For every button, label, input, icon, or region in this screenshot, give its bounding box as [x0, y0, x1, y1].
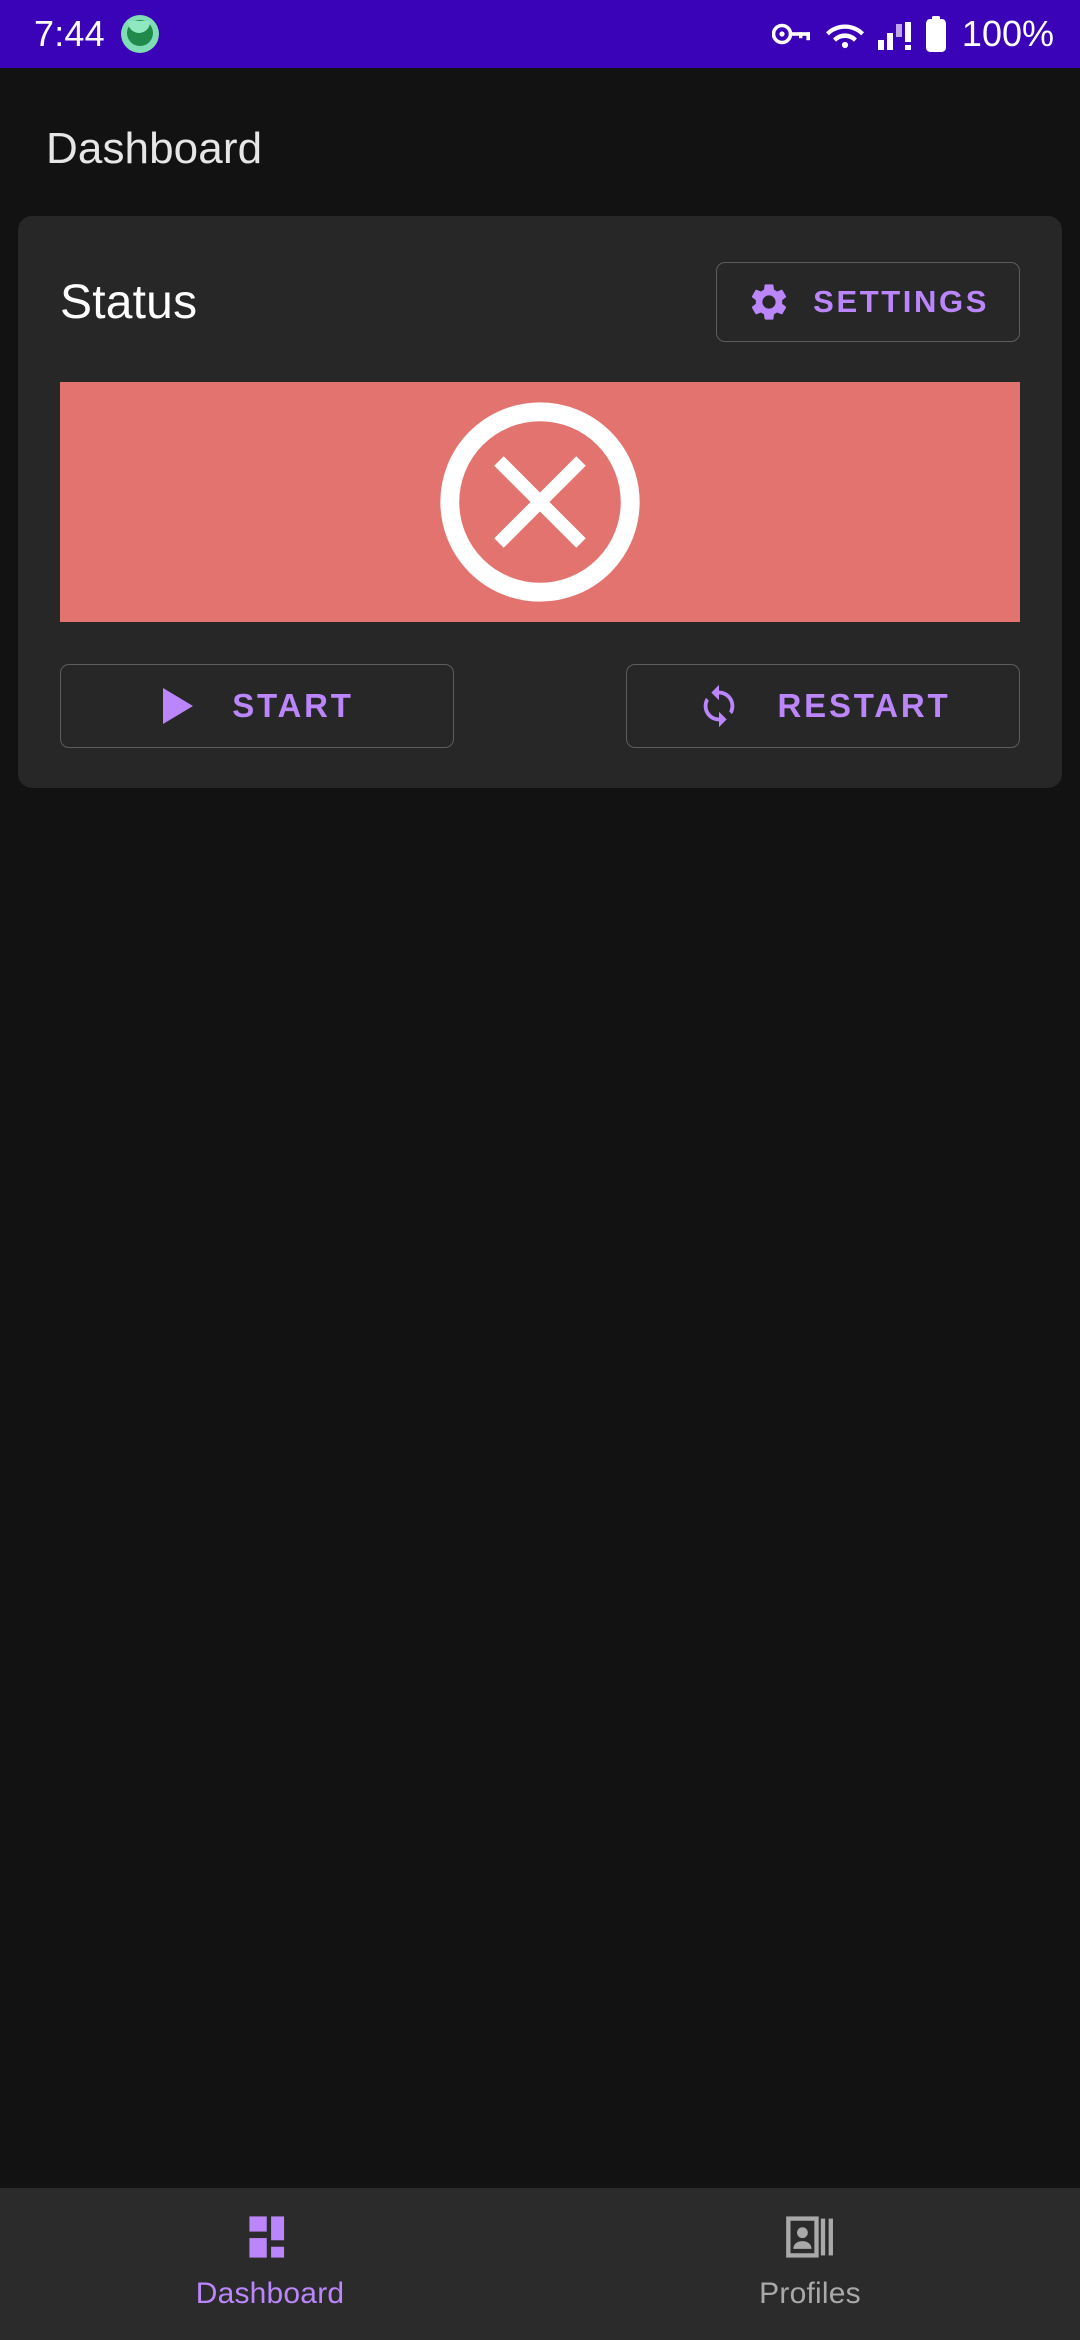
- status-card-header: Status SETTINGS: [60, 260, 1020, 344]
- contact-card-icon: [784, 2211, 836, 2263]
- status-bar-clock: 7:44: [34, 13, 105, 54]
- app-root: 7:44 100% Dashboard Status SETTINGS STAR…: [0, 0, 1080, 2340]
- page-title: Dashboard: [46, 124, 263, 173]
- dashboard-grid-icon: [244, 2211, 296, 2263]
- cellular-signal-alert-icon: [877, 18, 912, 50]
- refresh-icon: [696, 683, 742, 729]
- status-bar-left: 7:44: [34, 15, 159, 53]
- play-icon: [160, 686, 196, 726]
- nav-item-profiles-label: Profiles: [759, 2277, 861, 2310]
- vpn-key-icon: [771, 21, 812, 47]
- status-banner: [60, 382, 1020, 622]
- start-button[interactable]: START: [60, 664, 454, 748]
- error-circle-x-icon: [430, 392, 650, 612]
- battery-full-icon: [925, 16, 947, 52]
- status-card: Status SETTINGS START RESTART: [18, 216, 1062, 788]
- gear-icon: [747, 280, 791, 324]
- settings-button-label: SETTINGS: [813, 284, 989, 319]
- nav-item-dashboard-label: Dashboard: [195, 2277, 345, 2310]
- main-content: Status SETTINGS START RESTART: [0, 174, 1080, 2340]
- nav-item-profiles[interactable]: Profiles: [540, 2188, 1080, 2340]
- system-status-bar: 7:44 100%: [0, 0, 1080, 68]
- status-card-title: Status: [60, 275, 198, 329]
- green-app-icon: [120, 15, 159, 53]
- start-button-label: START: [232, 687, 354, 724]
- restart-button-label: RESTART: [777, 687, 951, 724]
- nav-item-dashboard[interactable]: Dashboard: [0, 2188, 540, 2340]
- restart-button[interactable]: RESTART: [626, 664, 1020, 748]
- settings-button[interactable]: SETTINGS: [716, 262, 1020, 342]
- status-bar-right: 100%: [771, 13, 1054, 54]
- status-card-actions: START RESTART: [60, 664, 1020, 748]
- battery-percent-label: 100%: [961, 13, 1054, 54]
- wifi-icon: [825, 19, 865, 49]
- bottom-navigation-bar: Dashboard Profiles: [0, 2188, 1080, 2340]
